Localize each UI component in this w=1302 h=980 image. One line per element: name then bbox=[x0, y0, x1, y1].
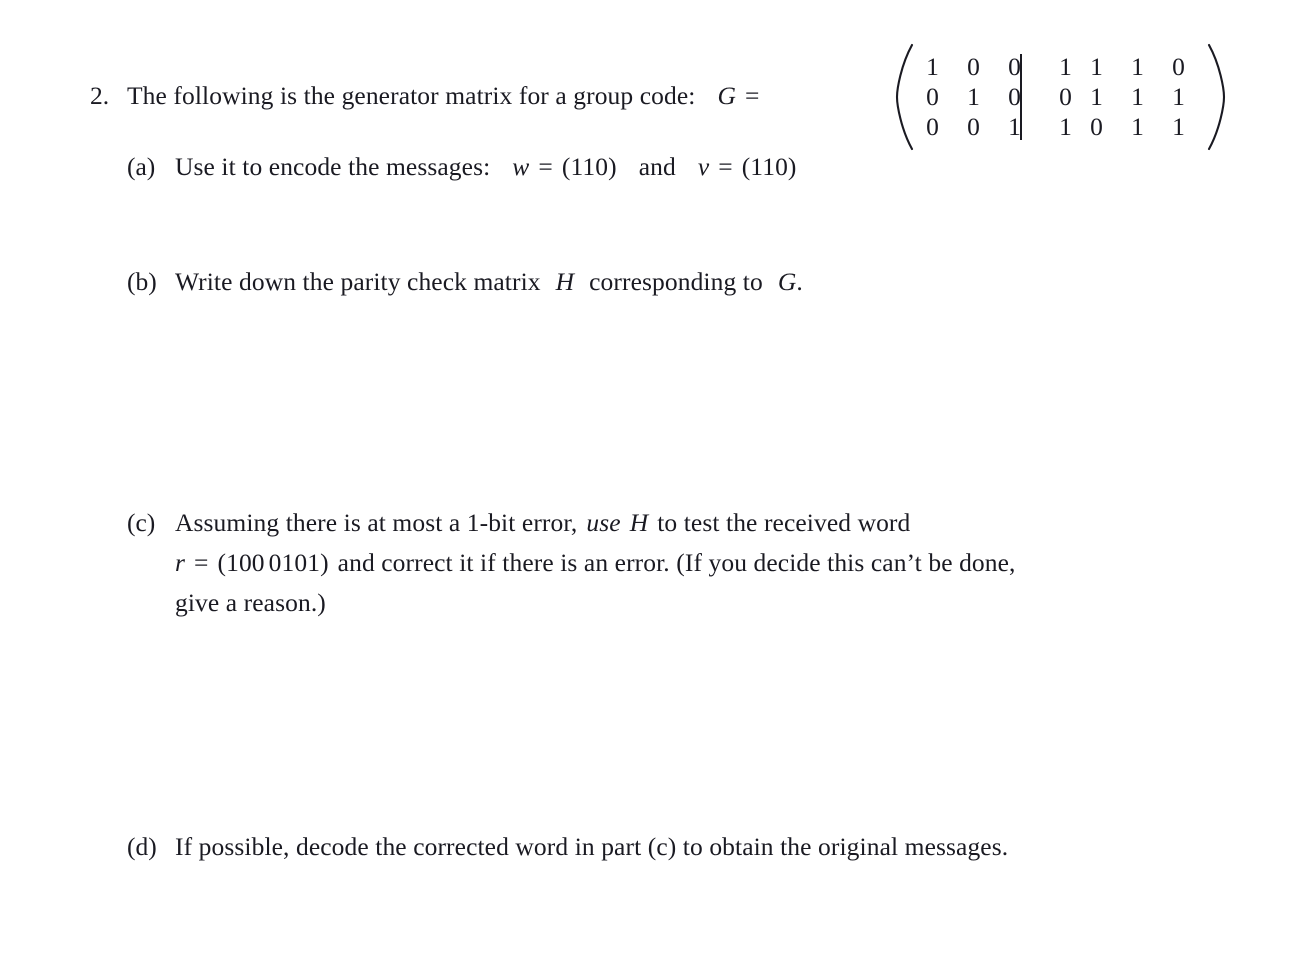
matrix-right-paren bbox=[1206, 43, 1228, 151]
equals-sign-w: = bbox=[538, 152, 553, 181]
period: . bbox=[796, 267, 803, 296]
equals-sign-v: = bbox=[718, 152, 733, 181]
matrix-cell: 0 bbox=[926, 112, 939, 141]
matrix-left-paren bbox=[893, 43, 915, 151]
emphasis-use: use bbox=[586, 508, 621, 537]
equals-sign-r: = bbox=[194, 548, 209, 577]
value-v: (110) bbox=[741, 152, 797, 181]
matrix-cell: 0 bbox=[1059, 82, 1072, 111]
matrix-partition-rule bbox=[1020, 54, 1022, 140]
part-c-text-2: to test the received word bbox=[657, 508, 911, 537]
part-a-line-1: Use it to encode the messages: w = (110) and… bbox=[175, 147, 797, 187]
matrix-cell: 1 bbox=[926, 52, 939, 81]
variable-w: w bbox=[512, 152, 530, 181]
value-w: (110) bbox=[561, 152, 617, 181]
part-d-text: If possible, decode the corrected word i… bbox=[175, 832, 1009, 861]
part-b-text-2: corresponding to bbox=[589, 267, 763, 296]
part-a-marker: (a) bbox=[127, 152, 156, 181]
part-d: If possible, decode the corrected word i… bbox=[175, 827, 1008, 867]
part-c: Assuming there is at most a 1-bit error,… bbox=[175, 503, 1016, 623]
matrix-cell: 1 bbox=[1172, 112, 1185, 141]
part-b-marker: (b) bbox=[127, 267, 157, 296]
conjunction-and: and bbox=[638, 152, 676, 181]
matrix-cell: 1 bbox=[1131, 112, 1144, 141]
matrix-cell: 0 bbox=[1008, 82, 1021, 111]
matrix-cell: 0 bbox=[1172, 52, 1185, 81]
equals-sign: = bbox=[744, 81, 760, 110]
matrix-cell: 1 bbox=[1008, 112, 1021, 141]
matrix-cell: 1 bbox=[1090, 52, 1103, 81]
matrix-cell: 0 bbox=[967, 112, 980, 141]
matrix-cell: 1 bbox=[1172, 82, 1185, 111]
part-b: Write down the parity check matrix Hcorre… bbox=[175, 262, 803, 302]
part-c-marker: (c) bbox=[127, 508, 156, 537]
part-c-line-1: Assuming there is at most a 1-bit error,… bbox=[175, 503, 1016, 543]
variable-v: v bbox=[697, 152, 710, 181]
matrix-cell: 1 bbox=[1090, 82, 1103, 111]
matrix-cell: 0 bbox=[967, 52, 980, 81]
problem-number: 2. bbox=[90, 81, 110, 110]
matrix-cell: 0 bbox=[1008, 52, 1021, 81]
part-c-text-3: and correct it if there is an error. (If… bbox=[337, 548, 1016, 577]
part-d-marker: (d) bbox=[127, 832, 157, 861]
matrix-cell: 1 bbox=[1131, 52, 1144, 81]
document-page: 2. The following is the generator matrix… bbox=[0, 0, 1302, 980]
matrix-cell: 1 bbox=[1131, 82, 1144, 111]
generator-matrix: 1 0 0 1 1 1 0 0 1 0 0 1 1 1 0 0 1 1 0 1 … bbox=[893, 42, 1228, 152]
part-b-line-1: Write down the parity check matrix Hcorre… bbox=[175, 262, 803, 302]
part-a-text: Use it to encode the messages: bbox=[175, 152, 491, 181]
part-c-line-2: r = (100 0101) and correct it if there is an… bbox=[175, 543, 1016, 583]
matrix-cell: 1 bbox=[1059, 112, 1072, 141]
part-d-line-1: If possible, decode the corrected word i… bbox=[175, 827, 1008, 867]
problem-statement-text: The following is the generator matrix fo… bbox=[127, 81, 696, 110]
variable-r: r bbox=[175, 548, 186, 577]
matrix-cell: 0 bbox=[926, 82, 939, 111]
received-word-prefix: (100 bbox=[217, 548, 265, 577]
part-c-text-1: Assuming there is at most a 1-bit error, bbox=[175, 508, 578, 537]
received-word-suffix: 0101) bbox=[268, 548, 329, 577]
variable-H: H bbox=[629, 508, 649, 537]
part-c-line-3: give a reason.) bbox=[175, 583, 1016, 623]
variable-G: G bbox=[777, 267, 797, 296]
matrix-cells: 1 0 0 1 1 1 0 0 1 0 0 1 1 1 0 0 1 1 0 1 … bbox=[917, 52, 1204, 142]
matrix-cell: 0 bbox=[1090, 112, 1103, 141]
matrix-label-G: G bbox=[717, 81, 736, 110]
variable-H: H bbox=[555, 267, 575, 296]
matrix-cell: 1 bbox=[967, 82, 980, 111]
part-a: Use it to encode the messages: w = (110) and… bbox=[175, 147, 797, 187]
matrix-cell: 1 bbox=[1059, 52, 1072, 81]
problem-statement: The following is the generator matrix fo… bbox=[127, 76, 759, 116]
part-c-text-4: give a reason.) bbox=[175, 588, 326, 617]
part-b-text: Write down the parity check matrix bbox=[175, 267, 541, 296]
